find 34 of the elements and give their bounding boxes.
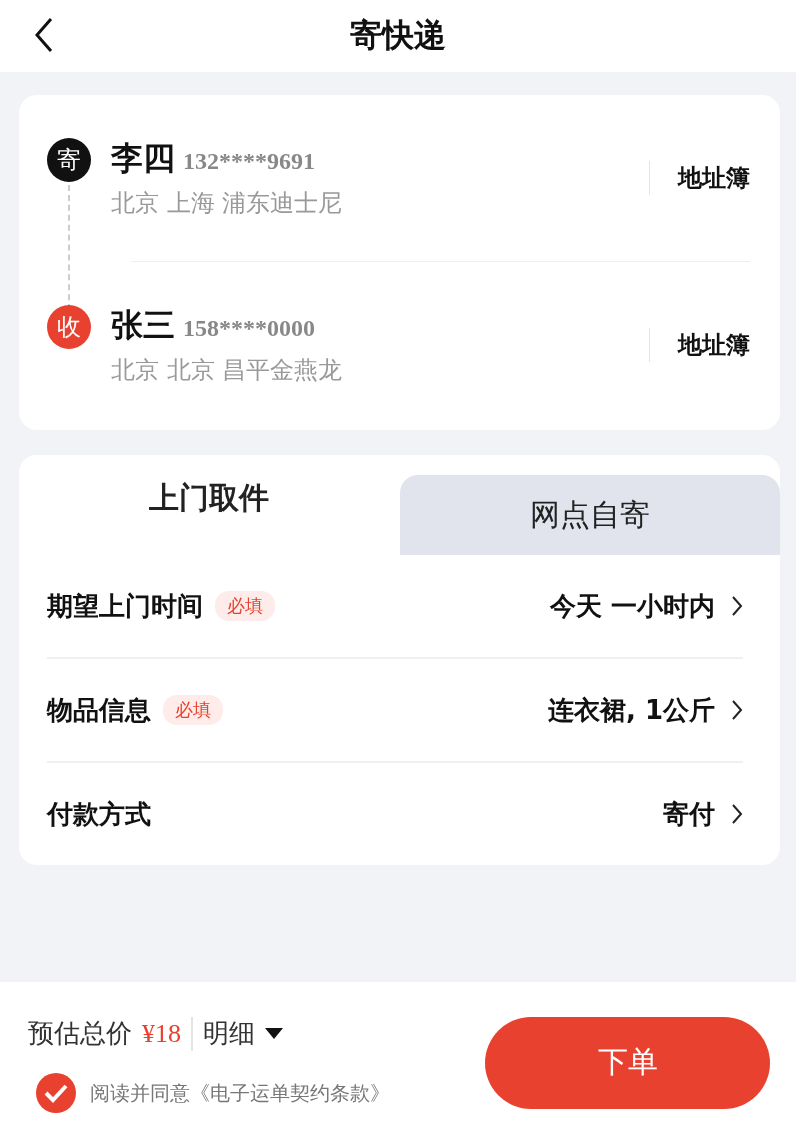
contact-name: 张三 (111, 305, 175, 346)
agreement-text: 阅读并同意《电子运单契约条款》 (90, 1079, 390, 1107)
page-title: 寄快递 (350, 15, 446, 56)
row-value: 今天 一小时内 (549, 589, 715, 623)
agree-checkbox[interactable] (36, 1073, 76, 1113)
row-label: 物品信息 (47, 693, 151, 727)
row-value: 寄付 (663, 797, 715, 831)
price-value: ¥18 (142, 1018, 181, 1049)
detail-toggle[interactable]: 明细 (203, 1016, 255, 1051)
contact-badge: 寄 (47, 138, 91, 182)
address-book-link[interactable]: 地址簿 (678, 329, 750, 361)
contact-address: 北京 上海 浦东迪士尼 (111, 188, 344, 219)
address-book-link[interactable]: 地址簿 (678, 162, 750, 194)
contact-phone: 132****9691 (183, 148, 315, 175)
chevron-right-icon (731, 699, 743, 721)
chevron-right-icon (731, 803, 743, 825)
contact-phone: 158****0000 (183, 315, 315, 342)
contact-address: 北京 北京 昌平金燕龙 (111, 355, 344, 386)
chevron-right-icon (731, 595, 743, 617)
required-tag: 必填 (215, 591, 275, 621)
row-label: 付款方式 (47, 797, 151, 831)
back-icon[interactable] (34, 17, 54, 53)
row-label: 期望上门时间 (47, 589, 203, 623)
form-row[interactable]: 物品信息 必填 连衣裙, 1公斤 (47, 659, 743, 761)
pickup-tab[interactable]: 网点自寄 (399, 475, 780, 555)
row-value: 连衣裙, 1公斤 (547, 693, 715, 727)
price-label: 预估总价 (28, 1017, 132, 1050)
form-row[interactable]: 期望上门时间 必填 今天 一小时内 (47, 555, 743, 657)
caret-down-icon[interactable] (265, 1028, 283, 1039)
submit-button[interactable]: 下单 (485, 1016, 770, 1109)
form-row[interactable]: 付款方式 寄付 (47, 763, 743, 865)
contact-badge: 收 (47, 305, 91, 349)
required-tag: 必填 (163, 695, 223, 725)
contact-name: 李四 (111, 138, 175, 179)
